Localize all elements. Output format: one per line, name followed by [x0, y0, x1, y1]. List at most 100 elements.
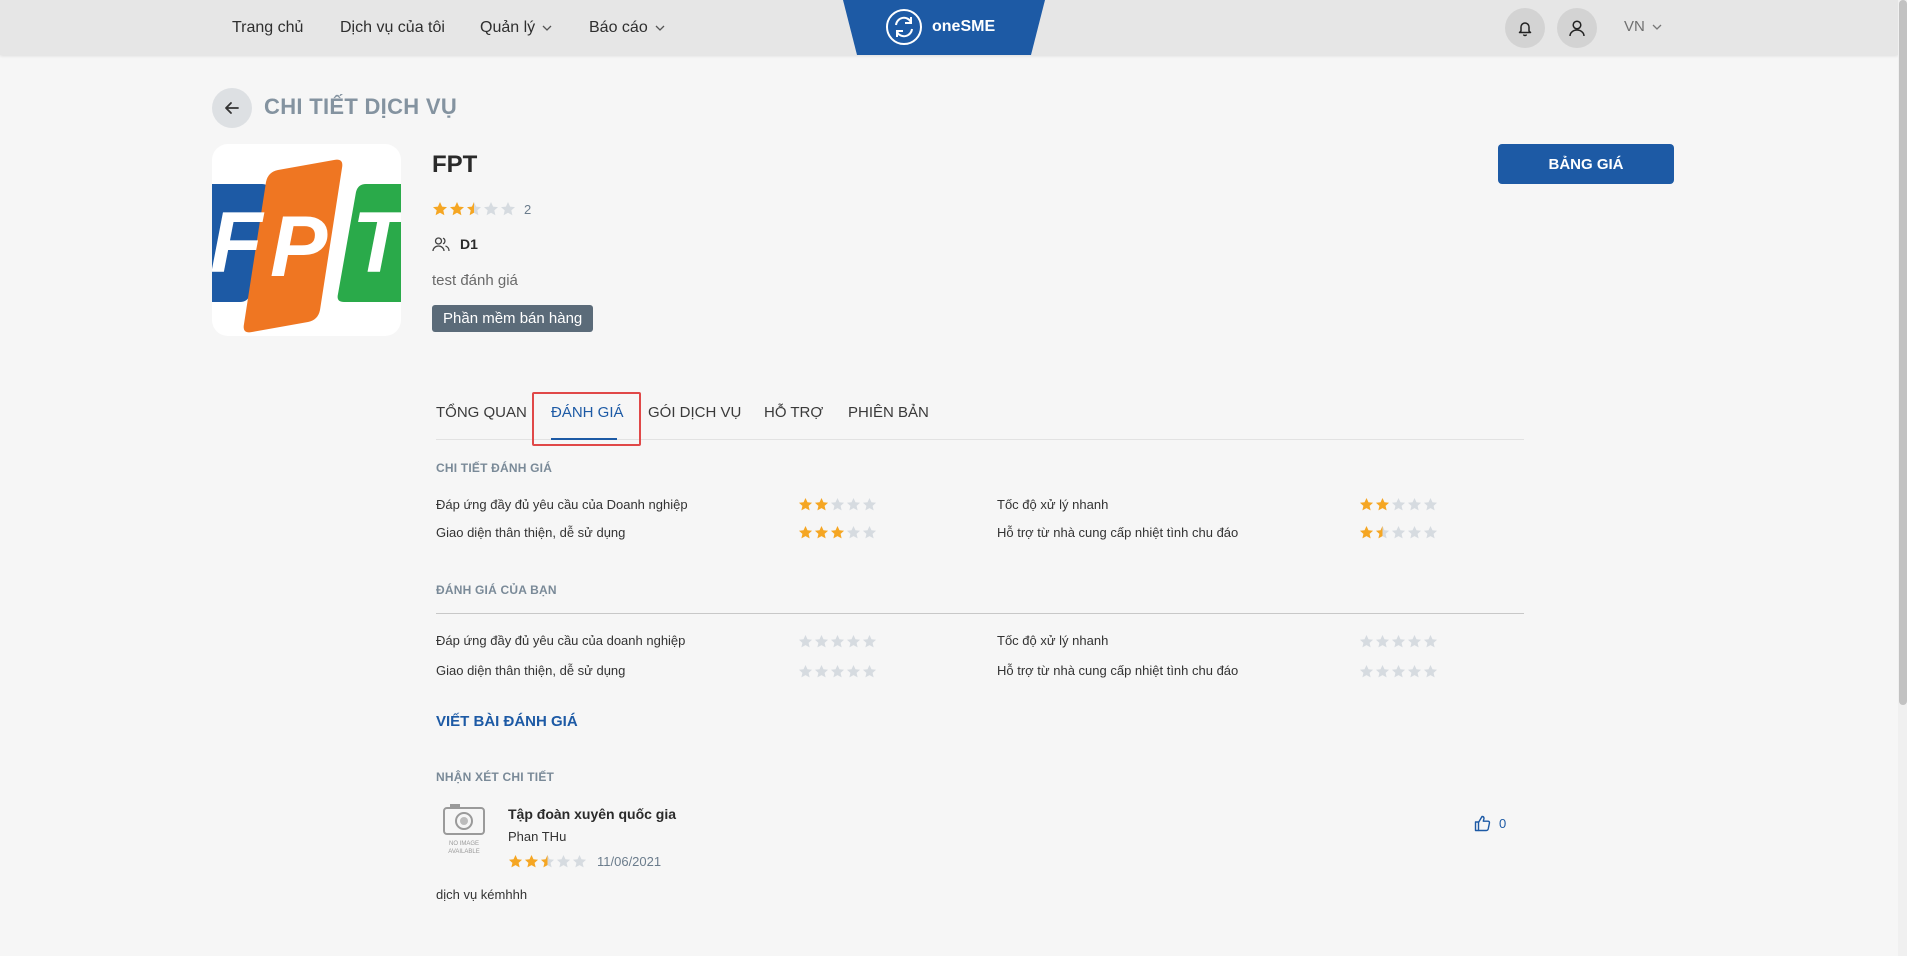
review-stars: [508, 854, 587, 869]
avatar-placeholder-line-2: AVAILABLE: [448, 849, 479, 855]
logo-letter-f: F: [212, 195, 265, 291]
nav-item-management[interactable]: Quản lý: [480, 0, 553, 55]
nav-my-services-label: Dịch vụ của tôi: [340, 18, 445, 36]
star-icon: [1359, 497, 1374, 511]
star-icon: [1391, 497, 1406, 511]
star-icon[interactable]: [830, 664, 845, 679]
rating-detail-title: CHI TIẾT ĐÁNH GIÁ: [436, 461, 553, 475]
star-icon: [830, 497, 845, 511]
star-icon[interactable]: [1407, 634, 1422, 649]
star-icon[interactable]: [1407, 664, 1422, 679]
criterion-label: Đáp ứng đầy đủ yêu cầu của Doanh nghiệp: [436, 497, 688, 512]
your-criterion-stars[interactable]: [1359, 664, 1438, 679]
tab-service-packages[interactable]: GÓI DỊCH VỤ: [648, 404, 741, 421]
star-icon: [798, 525, 813, 539]
star-icon: [572, 854, 587, 868]
user-account-button[interactable]: [1557, 8, 1597, 48]
tab-overview[interactable]: TỔNG QUAN: [436, 404, 527, 421]
criterion-stars: [798, 525, 877, 540]
star-icon: [433, 202, 447, 216]
star-icon: [846, 497, 861, 511]
brand-name: oneSME: [932, 18, 996, 35]
criterion-stars: [1359, 497, 1438, 512]
star-icon[interactable]: [1375, 634, 1390, 649]
your-criterion-stars[interactable]: [798, 664, 877, 679]
star-icon: [814, 497, 829, 511]
star-icon[interactable]: [1359, 664, 1374, 679]
star-icon[interactable]: [1359, 634, 1374, 649]
star-icon: [798, 497, 813, 511]
star-icon: [467, 202, 481, 216]
star-rating: [432, 201, 516, 217]
your-criterion-stars[interactable]: [1359, 634, 1438, 649]
language-label: VN: [1624, 18, 1645, 35]
comments-title: NHẬN XÉT CHI TIẾT: [436, 770, 555, 784]
star-icon[interactable]: [830, 634, 845, 649]
star-icon: [1391, 525, 1406, 539]
star-icon[interactable]: [798, 664, 813, 679]
your-criterion-stars[interactable]: [798, 634, 877, 649]
section-divider: [436, 613, 1524, 614]
star-icon: [450, 202, 464, 216]
star-icon[interactable]: [798, 634, 813, 649]
active-tab-highlight-box: [532, 392, 641, 446]
star-icon[interactable]: [1375, 664, 1390, 679]
tab-support[interactable]: HỖ TRỢ: [764, 404, 823, 421]
criterion-label: Giao diện thân thiện, dễ sử dụng: [436, 525, 626, 540]
logo-letter-t: T: [352, 195, 401, 291]
owner-name: D1: [460, 236, 478, 252]
language-selector[interactable]: VN: [1624, 18, 1663, 35]
nav-item-home[interactable]: Trang chủ: [232, 0, 303, 55]
back-button[interactable]: [212, 88, 252, 128]
star-icon[interactable]: [1423, 664, 1438, 679]
star-icon[interactable]: [814, 664, 829, 679]
star-icon[interactable]: [846, 664, 861, 679]
nav-home-label: Trang chủ: [232, 18, 304, 36]
your-rating-title: ĐÁNH GIÁ CỦA BẠN: [436, 583, 557, 597]
criterion-stars: [798, 497, 877, 512]
star-icon[interactable]: [1391, 664, 1406, 679]
your-criterion-label: Tốc độ xử lý nhanh: [997, 633, 1109, 648]
scrollbar-thumb[interactable]: [1899, 0, 1907, 705]
sync-logo-icon: [886, 9, 922, 45]
reviewer-avatar: NO IMAGE AVAILABLE: [440, 802, 488, 860]
product-rating: 2: [432, 201, 531, 217]
user-icon: [1569, 20, 1585, 37]
star-icon: [1423, 497, 1438, 511]
criterion-label: Tốc độ xử lý nhanh: [997, 497, 1109, 512]
star-icon: [846, 525, 861, 539]
notification-button[interactable]: [1505, 8, 1545, 48]
star-icon[interactable]: [814, 634, 829, 649]
star-icon[interactable]: [862, 634, 877, 649]
product-name: FPT: [432, 151, 478, 178]
star-icon: [508, 854, 523, 868]
fpt-logo-image: F P T: [212, 159, 401, 333]
star-icon[interactable]: [1391, 634, 1406, 649]
nav-item-my-services[interactable]: Dịch vụ của tôi: [340, 0, 445, 55]
star-icon: [556, 854, 571, 868]
category-badge: Phần mềm bán hàng: [432, 305, 594, 332]
review-comment: dịch vụ kémhhh: [436, 887, 528, 902]
star-icon[interactable]: [862, 664, 877, 679]
price-list-button[interactable]: BẢNG GIÁ: [1498, 144, 1674, 184]
nav-item-reports[interactable]: Báo cáo: [589, 0, 666, 55]
star-icon[interactable]: [1423, 634, 1438, 649]
write-review-link[interactable]: VIẾT BÀI ĐÁNH GIÁ: [436, 713, 578, 730]
star-icon: [862, 525, 877, 539]
chevron-down-icon: [655, 25, 665, 31]
brand-logo[interactable]: oneSME: [843, 0, 1045, 55]
product-owner: D1: [432, 236, 478, 252]
reviewer-company: Tập đoàn xuyên quốc gia: [508, 806, 677, 822]
reviewer-name: Phan THu: [508, 829, 567, 844]
tab-versions[interactable]: PHIÊN BẢN: [848, 404, 929, 421]
star-icon: [814, 525, 829, 539]
nav-reports-label: Báo cáo: [589, 18, 648, 36]
your-criterion-label: Giao diện thân thiện, dễ sử dụng: [436, 663, 626, 678]
star-icon[interactable]: [846, 634, 861, 649]
thumbs-up-icon: [1474, 815, 1491, 832]
review-date: 11/06/2021: [597, 854, 662, 869]
star-icon: [862, 497, 877, 511]
like-button[interactable]: 0: [1474, 815, 1506, 832]
star-icon: [501, 202, 515, 216]
page-title: CHI TIẾT DỊCH VỤ: [264, 94, 458, 119]
